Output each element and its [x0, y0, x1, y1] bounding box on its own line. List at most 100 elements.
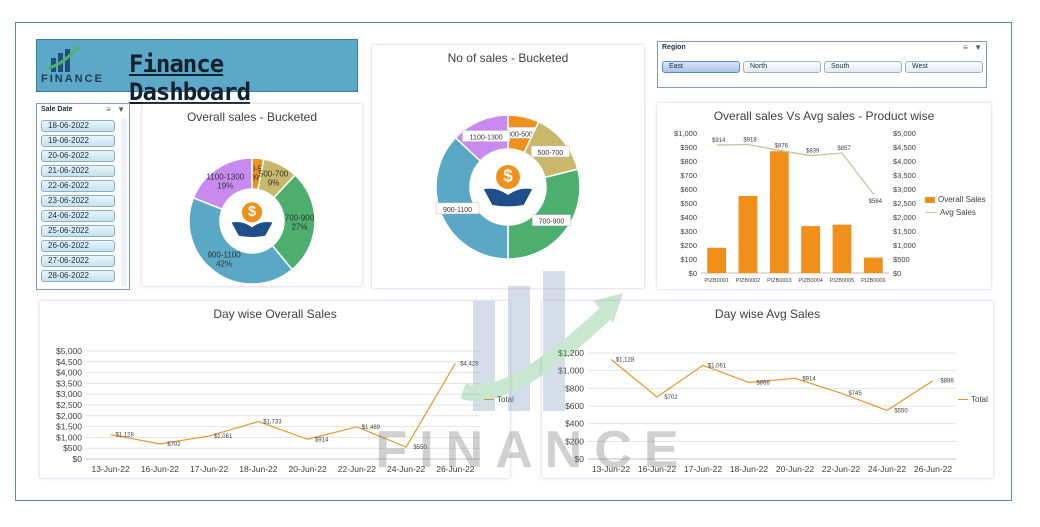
y-tick: $3,000 [56, 389, 82, 399]
day-wise-avg-chart: $0 $200 $400 $600 $800 $1,000 $1,200 13-Jun-22 1… [558, 348, 956, 474]
data-label: $702 [167, 442, 181, 448]
x-tick: 18-Jun-22 [239, 464, 278, 474]
page-title: Finance Dashboard [129, 50, 251, 106]
clear-filter-icon[interactable]: ▼ [117, 105, 125, 114]
data-label: $1,128 [616, 357, 635, 363]
data-label: $914 [315, 437, 329, 443]
y-tick-right: $3,000 [893, 185, 916, 194]
data-label: $886 [940, 379, 954, 385]
sale-date-option[interactable]: 28-06-2022 [41, 270, 115, 282]
y-tick: $600 [565, 401, 584, 411]
y-tick-left: $0 [689, 269, 697, 278]
x-tick: 13-Jun-22 [91, 464, 130, 474]
multi-select-icon[interactable]: ≡ [963, 43, 968, 52]
dashboard-frame: FINANCE Finance Dashboard Sale Date ≡ ▼ … [15, 22, 1012, 501]
y-tick-left: $200 [680, 241, 697, 250]
x-tick: 20-Jun-22 [288, 464, 327, 474]
y-tick: $4,000 [56, 368, 82, 378]
y-tick: $1,000 [56, 432, 82, 442]
sale-date-option[interactable]: 23-06-2022 [41, 195, 115, 207]
sale-date-option[interactable]: 24-06-2022 [41, 210, 115, 222]
clear-filter-icon[interactable]: ▼ [974, 43, 982, 52]
y-tick: $800 [565, 383, 584, 393]
x-tick: 16-Jun-22 [638, 464, 677, 474]
sale-date-option[interactable]: 25-06-2022 [41, 225, 115, 237]
y-tick-right: $4,000 [893, 157, 916, 166]
y-tick: $2,500 [56, 400, 82, 410]
region-option-north[interactable]: North [743, 61, 821, 73]
y-tick-left: $600 [680, 185, 697, 194]
data-label: 1100-1300 [470, 135, 503, 142]
sale-date-option[interactable]: 21-06-2022 [41, 165, 115, 177]
data-label: $745 [848, 391, 862, 397]
avg-data-label: $876 [775, 143, 789, 149]
total-line [610, 358, 934, 412]
region-option-south[interactable]: South [824, 61, 902, 73]
avg-data-label: $564 [869, 199, 883, 205]
sale-date-option[interactable]: 20-06-2022 [41, 150, 115, 162]
data-label: $4,428 [460, 361, 479, 367]
y-tick-right: $1,500 [893, 227, 916, 236]
sale-date-option[interactable]: 18-06-2022 [41, 120, 115, 132]
y-tick-right: $4,500 [893, 143, 916, 152]
y-tick-left: $500 [680, 199, 697, 208]
data-label: $1,061 [214, 434, 233, 440]
y-tick-right: $500 [893, 255, 910, 264]
y-tick-right: $5,000 [893, 129, 916, 138]
y-tick-left: $900 [680, 143, 697, 152]
avg-data-label: $914 [712, 138, 726, 144]
slicer-scrollbar[interactable] [121, 118, 127, 286]
brand-name: FINANCE [41, 73, 104, 85]
legend-total: Total [484, 395, 514, 404]
avg-data-label: $839 [806, 149, 820, 155]
y-tick-left: $1,000 [674, 129, 697, 138]
region-option-east[interactable]: East [662, 61, 740, 73]
sale-date-option[interactable]: 19-06-2022 [41, 135, 115, 147]
slicer-title: Region [662, 44, 686, 51]
day-wise-overall-card: Day wise Overall Sales $0 $500 $1,000 $1,50… [40, 301, 514, 478]
multi-select-icon[interactable]: ≡ [106, 105, 111, 114]
legend-total: Total [958, 395, 988, 404]
y-tick: $3,500 [56, 378, 82, 388]
product-wise-card: Overall sales Vs Avg sales - Product wis… [657, 103, 991, 289]
y-tick: $1,500 [56, 422, 82, 432]
x-tick: PIZB0004 [798, 278, 822, 284]
y-tick: $1,200 [558, 348, 584, 358]
sale-date-slicer: Sale Date ≡ ▼ 18-06-2022 19-06-2022 20-06-… [36, 103, 130, 290]
data-label: 900-1100 [443, 207, 472, 214]
x-tick: 18-Jun-22 [730, 464, 769, 474]
svg-text:$: $ [248, 204, 256, 220]
bar-PIZB0005 [832, 224, 852, 273]
region-slicer: Region ≡ ▼ East North South West [657, 41, 987, 88]
chart-title: No of sales - Bucketed [447, 51, 569, 65]
overall-sales-bucketed-card: Overall sales - Bucketed 300-500 3% 500-70… [142, 104, 362, 286]
y-tick-left: $300 [680, 227, 697, 236]
x-tick: 17-Jun-22 [684, 464, 723, 474]
donut-slice-700-900 [507, 168, 581, 260]
y-tick-left: $700 [680, 171, 697, 180]
data-label: $550 [413, 445, 427, 451]
avg-data-label: $918 [743, 137, 757, 143]
svg-text:$: $ [503, 167, 513, 186]
x-tick: PIZB0005 [830, 278, 854, 284]
data-label: $866 [756, 381, 770, 387]
sale-date-option[interactable]: 26-06-2022 [41, 240, 115, 252]
y-tick-left: $800 [680, 157, 697, 166]
x-tick: 22-Jun-22 [822, 464, 861, 474]
x-tick: 17-Jun-22 [190, 464, 229, 474]
region-option-west[interactable]: West [905, 61, 983, 73]
overall-sales-bucketed-chart: 300-500 3%500-700 9%700-900 27%900-1100 42%1… [188, 157, 316, 285]
x-tick: 26-Jun-22 [914, 464, 953, 474]
data-label: 700-900 [539, 219, 565, 226]
sale-date-option[interactable]: 22-06-2022 [41, 180, 115, 192]
y-tick-right: $2,500 [893, 199, 916, 208]
no-of-sales-bucketed-card: No of sales - Bucketed 300-500 500-700 700… [372, 45, 644, 288]
y-tick: $400 [565, 419, 584, 429]
sale-date-option[interactable]: 27-06-2022 [41, 255, 115, 267]
data-label: $1,733 [263, 420, 282, 426]
slicer-title: Sale Date [41, 106, 73, 113]
y-tick: $2,000 [56, 411, 82, 421]
header-banner: FINANCE Finance Dashboard [36, 39, 358, 106]
bar-PIZB0003 [769, 151, 789, 273]
x-tick: PIZB0006 [861, 278, 885, 284]
